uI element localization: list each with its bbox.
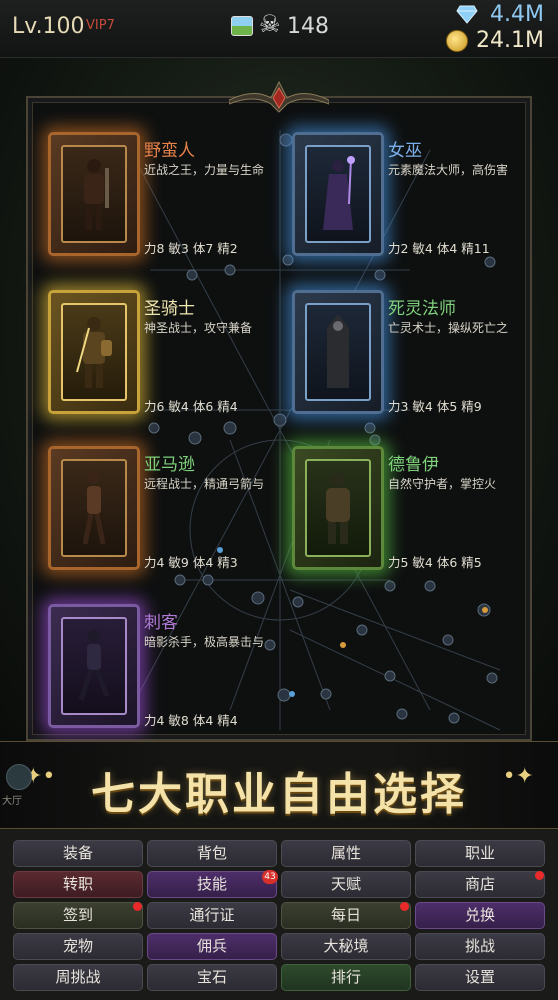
map-icon[interactable] xyxy=(231,16,253,36)
class-description: 近战之王，力量与生命 xyxy=(144,163,265,177)
class-stats: 力4 敏9 体4 精3 xyxy=(144,555,238,570)
menu-weekly-challenge-button[interactable]: 周挑战 xyxy=(13,964,143,991)
amazon-portrait xyxy=(82,472,106,545)
class-stats: 力8 敏3 体7 精2 xyxy=(144,241,238,256)
daily-notification-dot xyxy=(400,902,409,911)
class-description: 远程战士，精通弓箭与 xyxy=(144,477,265,491)
class-stats: 力2 敏4 体4 精11 xyxy=(388,241,490,256)
panel-crest-ornament xyxy=(229,80,329,113)
menu-daily-button[interactable]: 每日 xyxy=(281,902,411,929)
druid-portrait xyxy=(326,473,350,544)
menu-settings-button[interactable]: 设置 xyxy=(415,964,545,991)
skills-count-badge: 43 xyxy=(262,870,278,884)
class-description: 自然守护者，掌控火 xyxy=(388,477,497,491)
class-card-sorceress[interactable]: 女巫 元素魔法大师，高伤害 力2 敏4 体4 精11 xyxy=(292,132,532,282)
menu-skills-button[interactable]: 技能 xyxy=(147,871,277,898)
menu-bag-button[interactable]: 背包 xyxy=(147,840,277,867)
class-card-amazon[interactable]: 亚马逊 远程战士，精通弓箭与 力4 敏9 体4 精3 xyxy=(48,446,288,596)
class-stats: 力4 敏8 体4 精4 xyxy=(144,713,238,728)
class-name: 德鲁伊 xyxy=(388,455,439,475)
necromancer-portrait xyxy=(327,314,349,388)
class-card-assassin[interactable]: 刺客 暗影杀手，极高暴击与 力4 敏8 体4 精4 xyxy=(48,604,288,754)
bottom-menu: 装备 背包 属性 职业 转职 技能 天赋 商店 签到 通行证 每日 兑换 宠物 … xyxy=(0,829,558,1000)
class-stats: 力3 敏4 体5 精9 xyxy=(388,399,482,414)
class-name: 死灵法师 xyxy=(388,299,456,319)
assassin-portrait xyxy=(78,630,110,701)
skull-icon: ☠ xyxy=(259,10,281,38)
barbarian-portrait xyxy=(84,159,109,230)
gold-count: 24.1M xyxy=(476,28,544,53)
class-name: 野蛮人 xyxy=(144,141,195,161)
sparkle-right-icon: •✦ xyxy=(502,764,534,789)
diamond-icon xyxy=(456,5,478,24)
side-hall-label: 大厅 xyxy=(2,796,22,807)
player-level: Lv.100 xyxy=(12,14,85,39)
shop-notification-dot xyxy=(535,871,544,880)
class-description: 神圣战士，攻守兼备 xyxy=(144,321,253,335)
menu-transfer-button[interactable]: 转职 xyxy=(13,871,143,898)
gold-coin-icon xyxy=(446,30,468,52)
class-name: 圣骑士 xyxy=(144,299,195,319)
menu-talents-button[interactable]: 天赋 xyxy=(281,871,411,898)
menu-attributes-button[interactable]: 属性 xyxy=(281,840,411,867)
menu-gems-button[interactable]: 宝石 xyxy=(147,964,277,991)
menu-challenge-button[interactable]: 挑战 xyxy=(415,933,545,960)
paladin-portrait xyxy=(76,317,112,388)
menu-mercenary-button[interactable]: 佣兵 xyxy=(147,933,277,960)
top-bar: Lv.100 VIP7 ☠ 148 4.4M 24.1M xyxy=(0,0,558,58)
menu-shop-button[interactable]: 商店 xyxy=(415,871,545,898)
menu-redeem-button[interactable]: 兑换 xyxy=(415,902,545,929)
gem-count: 4.4M xyxy=(490,2,544,27)
class-stats: 力5 敏4 体6 精5 xyxy=(388,555,482,570)
promo-banner: 七大职业自由选择 xyxy=(0,741,558,829)
vip-badge[interactable]: VIP7 xyxy=(86,18,115,33)
menu-class-button[interactable]: 职业 xyxy=(415,840,545,867)
class-card-necromancer[interactable]: 死灵法师 亡灵术士，操纵死亡之 力3 敏4 体5 精9 xyxy=(292,290,532,440)
class-description: 暗影杀手，极高暴击与 xyxy=(144,635,265,649)
menu-rift-button[interactable]: 大秘境 xyxy=(281,933,411,960)
class-description: 亡灵术士，操纵死亡之 xyxy=(388,321,509,335)
class-description: 元素魔法大师，高伤害 xyxy=(388,163,509,177)
menu-equipment-button[interactable]: 装备 xyxy=(13,840,143,867)
class-stats: 力6 敏4 体6 精4 xyxy=(144,399,238,414)
sorceress-portrait xyxy=(323,156,355,230)
class-card-paladin[interactable]: 圣骑士 神圣战士，攻守兼备 力6 敏4 体6 精4 xyxy=(48,290,288,440)
menu-pets-button[interactable]: 宠物 xyxy=(13,933,143,960)
class-card-barbarian[interactable]: 野蛮人 近战之王，力量与生命 力8 敏3 体7 精2 xyxy=(48,132,288,282)
class-name: 女巫 xyxy=(388,141,422,161)
class-name: 亚马逊 xyxy=(144,455,195,475)
class-name: 刺客 xyxy=(144,613,178,633)
class-card-druid[interactable]: 德鲁伊 自然守护者，掌控火 力5 敏4 体6 精5 xyxy=(292,446,532,596)
side-hall-button[interactable] xyxy=(6,764,32,790)
menu-checkin-button[interactable]: 签到 xyxy=(13,902,143,929)
banner-title: 七大职业自由选择 xyxy=(91,769,467,820)
menu-ranking-button[interactable]: 排行 xyxy=(281,964,411,991)
kill-count: 148 xyxy=(287,14,329,39)
menu-pass-button[interactable]: 通行证 xyxy=(147,902,277,929)
checkin-notification-dot xyxy=(133,902,142,911)
